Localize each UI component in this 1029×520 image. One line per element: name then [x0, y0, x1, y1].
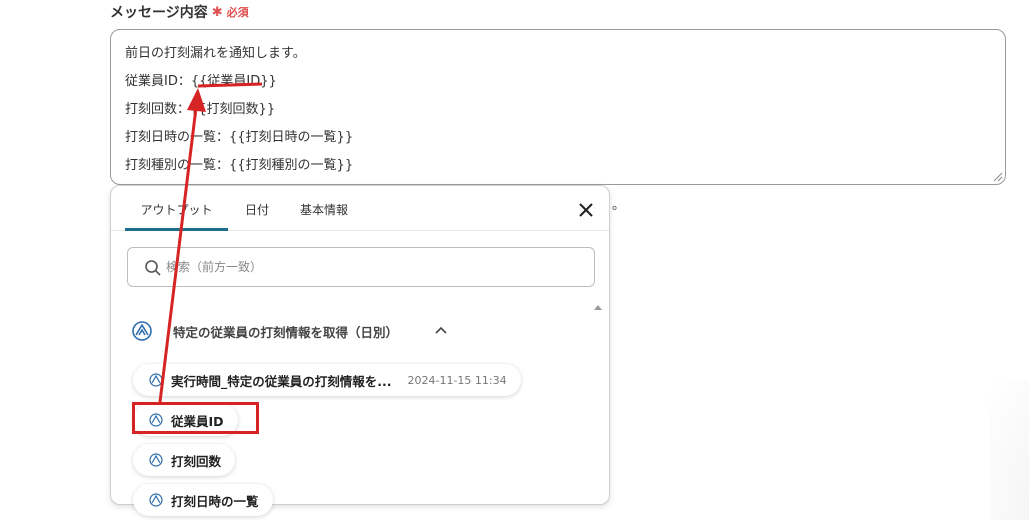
output-item-label: 実行時間_特定の従業員の打刻情報を... [171, 373, 392, 389]
trailing-text: 。 [612, 198, 626, 213]
search-box [127, 247, 595, 287]
message-line: 打刻種別の一覧：{{打刻種別の一覧}} [125, 158, 354, 173]
output-item-employee-id[interactable]: 従業員ID [133, 404, 238, 436]
app-logo-icon [149, 373, 163, 387]
output-item-execution-time[interactable]: 実行時間_特定の従業員の打刻情報を... 2024-11-15 11:34 [133, 364, 521, 396]
message-line: 打刻回数：{{打刻回数}} [125, 102, 276, 117]
message-line: 従業員ID：{{従業員ID}} [125, 74, 277, 89]
resize-grip-icon[interactable] [993, 172, 1003, 182]
field-label-text: メッセージ内容 [110, 5, 208, 21]
close-icon[interactable] [575, 199, 597, 221]
message-textarea[interactable]: 前日の打刻漏れを通知します。 従業員ID：{{従業員ID}} 打刻回数：{{打刻… [110, 29, 1006, 185]
tab-bar: アウトプット 日付 基本情報 [111, 186, 609, 231]
message-line: 打刻日時の一覧：{{打刻日時の一覧}} [125, 130, 354, 145]
app-logo-icon [132, 321, 152, 341]
scrollbar[interactable] [591, 302, 607, 504]
required-asterisk-icon: ✱ [211, 4, 223, 20]
output-item-label: 打刻回数 [171, 453, 222, 469]
search-input[interactable] [164, 254, 584, 280]
app-logo-icon [149, 453, 163, 467]
tab-date[interactable]: 日付 [234, 186, 280, 231]
app-logo-icon [149, 493, 163, 507]
output-item-label: 従業員ID [171, 413, 224, 429]
tab-output[interactable]: アウトプット [125, 186, 228, 231]
message-field-label: メッセージ内容 ✱ 必須 [110, 2, 249, 22]
section-title: 特定の従業員の打刻情報を取得（日別） [173, 325, 399, 340]
output-item-label: 打刻日時の一覧 [171, 493, 259, 509]
tab-basic-info[interactable]: 基本情報 [291, 186, 357, 231]
message-line: 前日の打刻漏れを通知します。 [125, 46, 306, 61]
app-logo-icon [149, 413, 163, 427]
corner-shadow [990, 380, 1029, 520]
scroll-up-arrow-icon[interactable] [594, 304, 602, 310]
chevron-up-icon[interactable] [435, 326, 447, 334]
search-icon [145, 260, 161, 276]
required-badge: 必須 [226, 6, 249, 19]
output-item-value: 2024-11-15 11:34 [407, 373, 507, 387]
section-header[interactable]: 特定の従業員の打刻情報を取得（日別） [131, 320, 447, 342]
output-item-punch-datetimes[interactable]: 打刻日時の一覧 [133, 484, 273, 516]
output-item-punch-count[interactable]: 打刻回数 [133, 444, 236, 476]
